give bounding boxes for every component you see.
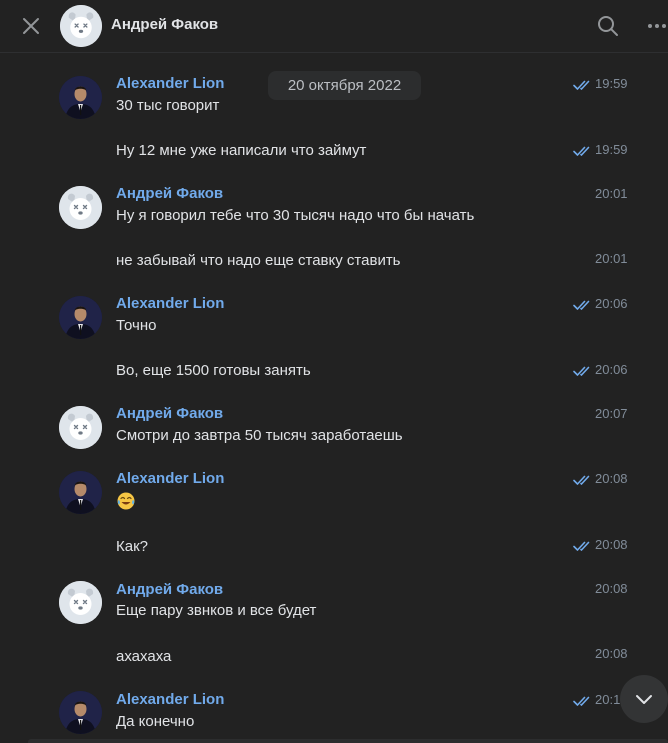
double-check-icon <box>573 474 593 486</box>
message-time: 19:59 <box>595 76 628 91</box>
double-check-icon <box>573 79 593 91</box>
scroll-down-button[interactable] <box>620 675 668 723</box>
composer-edge <box>28 739 668 743</box>
double-check-icon <box>573 299 593 311</box>
message-time: 20:06 <box>595 362 628 377</box>
author-name[interactable]: Андрей Факов <box>116 185 223 202</box>
double-check-icon <box>573 540 593 552</box>
avatar[interactable] <box>59 581 102 624</box>
avatar[interactable] <box>60 5 102 47</box>
message-time: 20:08 <box>595 471 628 486</box>
double-check-icon <box>573 145 593 157</box>
message-time: 20:1 <box>595 692 621 707</box>
message-text: Смотри до завтра 50 тысяч заработаешь <box>116 427 403 444</box>
message-text: не забывай что надо еще ставку ставить <box>116 252 401 269</box>
double-check-icon <box>573 365 593 377</box>
message-time: 20:01 <box>595 186 628 201</box>
author-name[interactable]: Андрей Факов <box>116 581 223 598</box>
message-time: 20:06 <box>595 296 628 311</box>
message-text: ахахаха <box>116 648 172 665</box>
message-time: 20:07 <box>595 406 628 421</box>
message-text: Точно <box>116 317 157 334</box>
double-check-icon <box>573 695 593 707</box>
chevron-down-icon <box>636 695 652 704</box>
avatar[interactable] <box>59 471 102 514</box>
message-text: Ну 12 мне уже написали что займут <box>116 142 367 159</box>
message-time: 20:08 <box>595 581 628 596</box>
message-time: 20:08 <box>595 646 628 661</box>
message-text: Во, еще 1500 готовы занять <box>116 362 311 379</box>
avatar[interactable] <box>59 691 102 734</box>
avatar[interactable] <box>59 406 102 449</box>
author-name[interactable]: Alexander Lion <box>116 470 224 487</box>
close-icon[interactable] <box>19 14 43 38</box>
more-horizontal-icon[interactable] <box>645 14 668 38</box>
avatar[interactable] <box>59 186 102 229</box>
message-text: 30 тыс говорит <box>116 97 220 114</box>
author-name[interactable]: Alexander Lion <box>116 295 224 312</box>
chat-header: Андрей Факов <box>0 0 668 53</box>
avatar[interactable] <box>59 296 102 339</box>
message-text: Да конечно <box>116 713 195 730</box>
author-name[interactable]: Андрей Факов <box>116 405 223 422</box>
message-text: Как? <box>116 538 148 555</box>
author-name[interactable]: Alexander Lion <box>116 691 224 708</box>
message-time: 20:08 <box>595 537 628 552</box>
search-icon[interactable] <box>596 14 620 38</box>
tears-of-joy-emoji-icon <box>117 492 135 510</box>
page-title[interactable]: Андрей Факов <box>111 16 218 33</box>
avatar[interactable] <box>59 76 102 119</box>
author-name[interactable]: Alexander Lion <box>116 75 224 92</box>
message-text: Ну я говорил тебе что 30 тысяч надо что … <box>116 207 475 224</box>
message-time: 20:01 <box>595 251 628 266</box>
message-text: Еще пару звнков и все будет <box>116 602 317 619</box>
date-separator: 20 октября 2022 <box>268 71 421 100</box>
message-time: 19:59 <box>595 142 628 157</box>
